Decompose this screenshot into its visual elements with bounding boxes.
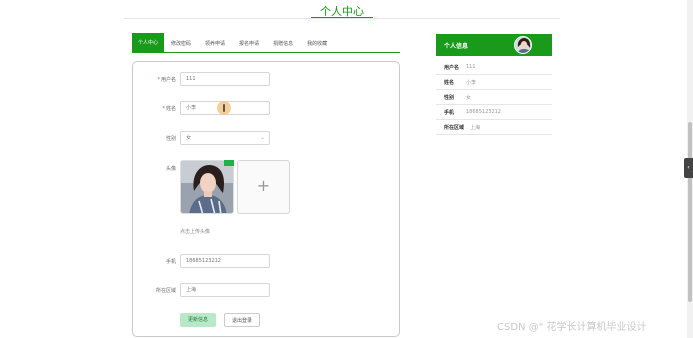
avatar-hint: 点击上传头像 (180, 229, 211, 235)
tab-bar: 个人中心 修改密码 领养申请 报名申请 捐赠信息 我的收藏 (132, 33, 334, 53)
gender-select-value: 女 (186, 135, 192, 141)
tab-bar-divider (132, 52, 400, 53)
scrollbar-thumb[interactable] (688, 122, 692, 302)
phone-input[interactable]: 18685123212 (180, 254, 270, 268)
region-input[interactable]: 上海 (180, 283, 270, 297)
profile-row-phone: 手机 18685123212 (436, 105, 552, 120)
text-cursor-icon (223, 104, 225, 112)
region-label: 所在区域 (155, 288, 176, 294)
chevron-down-icon: ⌄ (259, 134, 265, 141)
profile-row-name: 姓名 小李 (436, 75, 552, 90)
username-label: *用户名 (157, 77, 176, 83)
logout-button[interactable]: 退出登录 (224, 313, 260, 327)
gender-select[interactable]: 女 ⌄ (180, 131, 270, 145)
tab-favorites[interactable]: 我的收藏 (300, 35, 334, 53)
gender-label: 性别 (165, 136, 176, 142)
profile-row-username: 用户名 111 (436, 60, 552, 75)
chevron-left-icon[interactable]: ‹ (684, 158, 693, 178)
profile-avatar (514, 36, 532, 54)
watermark: CSDN @" 花学长计算机毕业设计 (497, 322, 647, 333)
avatar-check-badge (224, 160, 234, 166)
tab-profile[interactable]: 个人中心 (132, 33, 165, 53)
tab-signup-requests[interactable]: 报名申请 (232, 35, 266, 53)
page: 个人中心 个人中心 修改密码 领养申请 报名申请 捐赠信息 我的收藏 *用户名 … (0, 0, 693, 338)
avatar-upload-button[interactable]: + (237, 160, 290, 214)
avatar-image[interactable] (180, 160, 234, 214)
header-divider (124, 18, 560, 19)
name-label: *姓名 (162, 106, 176, 112)
phone-label: 手机 (165, 259, 176, 265)
profile-panel-title: 个人信息 (444, 43, 469, 50)
tab-adoption-requests[interactable]: 领养申请 (198, 35, 232, 53)
profile-row-gender: 性别 女 (436, 90, 552, 105)
profile-row-region: 所在区域 上海 (436, 120, 552, 135)
tab-donations[interactable]: 捐赠信息 (266, 35, 300, 53)
tab-change-password[interactable]: 修改密码 (164, 35, 198, 53)
update-info-button[interactable]: 更新信息 (180, 313, 216, 327)
username-input[interactable]: 111 (180, 72, 270, 86)
avatar-label: 头像 (165, 166, 176, 172)
